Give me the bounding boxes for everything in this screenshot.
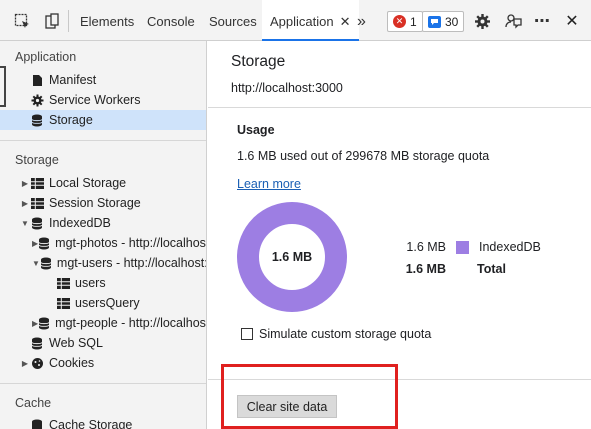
error-icon: ✕ bbox=[393, 15, 406, 28]
simulate-quota-label: Simulate custom storage quota bbox=[259, 327, 432, 341]
sidebar-item-label: Service Workers bbox=[49, 93, 141, 107]
sidebar-item-label: Web SQL bbox=[49, 336, 103, 350]
more-tabs-icon[interactable]: » bbox=[357, 0, 366, 41]
close-tab-icon[interactable]: ✕ bbox=[340, 14, 351, 29]
collapse-arrow-icon[interactable]: ▼ bbox=[20, 219, 30, 228]
settings-gear-icon[interactable] bbox=[472, 11, 492, 31]
sidebar-item-label: Manifest bbox=[49, 73, 97, 87]
errors-badge[interactable]: ✕ 1 bbox=[387, 11, 423, 32]
sidebar-item-label: mgt-people - http://localhost:3000 bbox=[55, 316, 206, 330]
section-divider bbox=[0, 383, 206, 384]
close-icon[interactable]: ✕ bbox=[562, 11, 582, 31]
legend-label-total: Total bbox=[477, 262, 506, 276]
learn-more-link[interactable]: Learn more bbox=[237, 177, 301, 191]
customize-feedback-icon[interactable] bbox=[503, 11, 523, 31]
database-icon bbox=[30, 336, 44, 350]
donut-center-label: 1.6 MB bbox=[271, 250, 313, 264]
tab-elements[interactable]: Elements bbox=[80, 0, 134, 41]
section-title-application: Application bbox=[15, 50, 77, 64]
database-icon bbox=[38, 236, 50, 250]
sidebar-item-store-usersquery[interactable]: usersQuery bbox=[0, 293, 206, 313]
expand-arrow-icon[interactable]: ▶ bbox=[20, 179, 30, 188]
sidebar-item-label: users bbox=[75, 276, 106, 290]
sidebar-item-label: IndexedDB bbox=[49, 216, 111, 230]
sidebar-item-session-storage[interactable]: ▶ Session Storage bbox=[0, 193, 206, 213]
sidebar-item-db-mgt-users[interactable]: ▼ mgt-users - http://localhost:3000 bbox=[0, 253, 206, 273]
sidebar-item-cache-storage[interactable]: Cache Storage bbox=[0, 415, 206, 429]
sidebar-item-web-sql[interactable]: Web SQL bbox=[0, 333, 206, 353]
messages-badge[interactable]: 30 bbox=[422, 11, 465, 32]
usage-summary: 1.6 MB used out of 299678 MB storage quo… bbox=[237, 149, 490, 163]
error-count: 1 bbox=[410, 14, 417, 29]
sidebar-item-storage[interactable]: Storage bbox=[0, 110, 206, 130]
table-icon bbox=[30, 196, 44, 210]
section-title-storage: Storage bbox=[15, 153, 59, 167]
section-divider bbox=[0, 140, 206, 141]
sidebar-item-label: Cache Storage bbox=[49, 418, 133, 429]
database-icon bbox=[38, 316, 50, 330]
database-icon bbox=[30, 418, 44, 429]
tab-application[interactable]: Application ✕ bbox=[262, 0, 359, 41]
sidebar-item-label: Cookies bbox=[49, 356, 95, 370]
legend-swatch-indexeddb bbox=[456, 241, 469, 254]
sidebar-item-label: usersQuery bbox=[75, 296, 140, 310]
legend-value-indexeddb: 1.6 MB bbox=[406, 240, 446, 254]
inspect-element-icon[interactable] bbox=[12, 11, 32, 31]
legend-label-indexeddb: IndexedDB bbox=[479, 240, 541, 254]
sidebar-item-label: mgt-users - http://localhost:3000 bbox=[56, 256, 206, 270]
simulate-quota-checkbox[interactable] bbox=[241, 328, 253, 340]
database-icon bbox=[30, 113, 44, 127]
sidebar-item-local-storage[interactable]: ▶ Local Storage bbox=[0, 173, 206, 193]
tab-application-label: Application bbox=[270, 14, 334, 29]
table-icon bbox=[30, 176, 44, 190]
toolbar-divider bbox=[68, 10, 69, 32]
sidebar-item-label: Session Storage bbox=[49, 196, 141, 210]
document-icon bbox=[30, 73, 44, 87]
sidebar-item-label: Storage bbox=[49, 113, 93, 127]
tab-console[interactable]: Console bbox=[147, 0, 195, 41]
gear-icon bbox=[30, 93, 44, 107]
sidebar-item-label: mgt-photos - http://localhost:3000 bbox=[55, 236, 206, 250]
database-icon bbox=[30, 216, 44, 230]
section-title-cache: Cache bbox=[15, 396, 52, 410]
sidebar-item-db-mgt-people[interactable]: ▶ mgt-people - http://localhost:3000 bbox=[0, 313, 206, 333]
message-count: 30 bbox=[445, 14, 459, 29]
tab-sources[interactable]: Sources bbox=[209, 0, 257, 41]
table-icon bbox=[56, 296, 70, 310]
cookie-icon bbox=[30, 356, 44, 370]
sidebar-item-cookies[interactable]: ▶ Cookies bbox=[0, 353, 206, 373]
legend-value-total: 1.6 MB bbox=[405, 262, 446, 276]
database-icon bbox=[40, 256, 52, 270]
section-divider bbox=[208, 107, 591, 108]
collapse-arrow-icon[interactable]: ▼ bbox=[32, 259, 40, 268]
message-icon bbox=[428, 15, 441, 28]
highlight-annotation-box bbox=[221, 364, 398, 429]
sidebar-item-store-users[interactable]: users bbox=[0, 273, 206, 293]
expand-arrow-icon[interactable]: ▶ bbox=[20, 199, 30, 208]
devtools-toolbar: Elements Console Sources Application ✕ » … bbox=[0, 0, 591, 41]
application-sidebar: Application Manifest Service Workers Sto… bbox=[0, 41, 207, 429]
sidebar-item-indexeddb[interactable]: ▼ IndexedDB bbox=[0, 213, 206, 233]
sidebar-item-db-mgt-photos[interactable]: ▶ mgt-photos - http://localhost:3000 bbox=[0, 233, 206, 253]
sidebar-item-manifest[interactable]: Manifest bbox=[0, 70, 206, 90]
usage-heading: Usage bbox=[237, 123, 275, 137]
sidebar-item-label: Local Storage bbox=[49, 176, 127, 190]
sidebar-item-service-workers[interactable]: Service Workers bbox=[0, 90, 206, 110]
expand-arrow-icon[interactable]: ▶ bbox=[20, 359, 30, 368]
device-toolbar-icon[interactable] bbox=[42, 11, 62, 31]
origin-url: http://localhost:3000 bbox=[231, 81, 343, 95]
more-options-icon[interactable]: ⋯ bbox=[532, 11, 552, 31]
page-title: Storage bbox=[231, 53, 286, 70]
table-icon bbox=[56, 276, 70, 290]
